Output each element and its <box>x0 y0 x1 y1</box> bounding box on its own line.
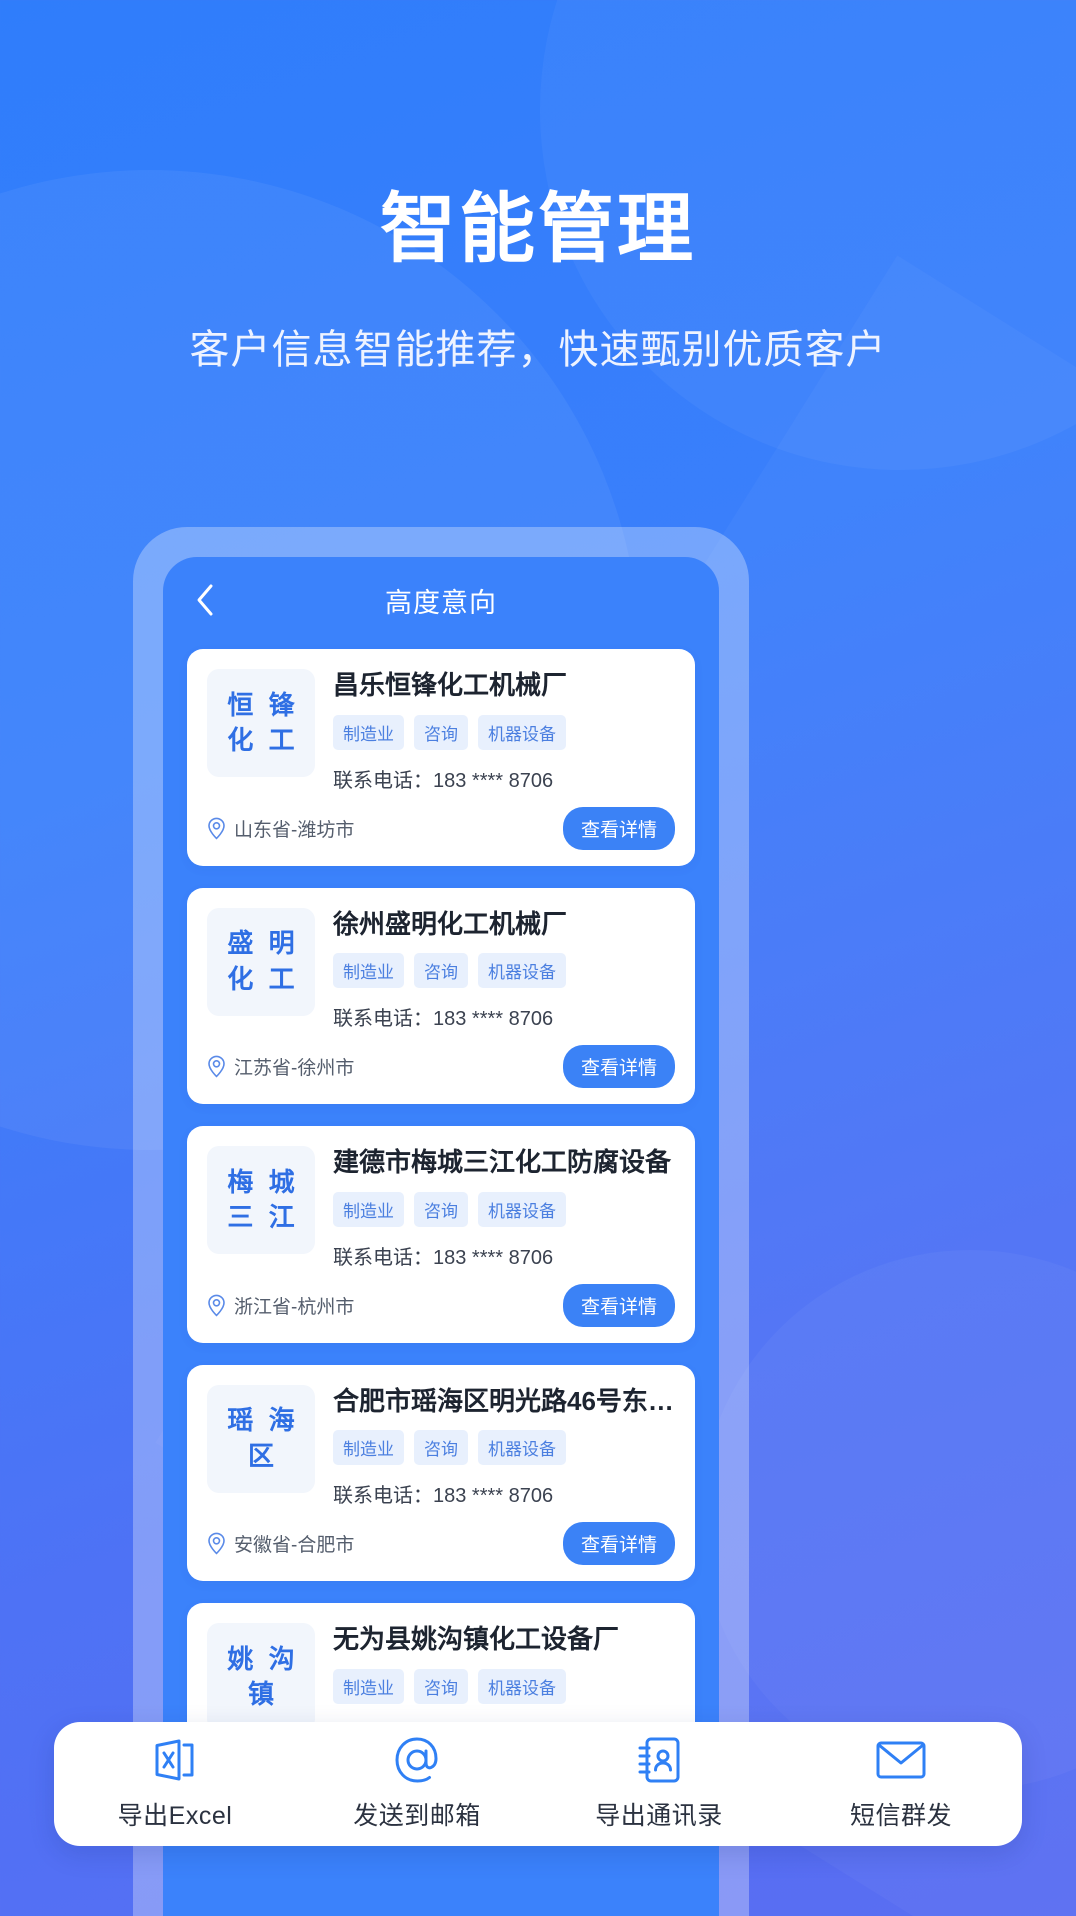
tag-list: 制造业 咨询 机器设备 <box>333 1668 675 1704</box>
page-title: 智能管理 <box>380 187 696 272</box>
location-pin-icon <box>207 1532 226 1555</box>
company-logo-line-1: 盛 明 <box>227 928 299 959</box>
action-contact-book[interactable]: 导出通讯录 <box>538 1736 780 1832</box>
tag: 制造业 <box>333 1430 404 1465</box>
action-excel[interactable]: 导出Excel <box>54 1736 296 1832</box>
company-name: 合肥市瑶海区明光路46号东方... <box>333 1385 675 1416</box>
tag: 制造业 <box>333 714 404 750</box>
card-footer: 山东省-潍坊市 查看详情 <box>207 806 675 850</box>
company-logo: 瑶 海区 <box>207 1384 315 1493</box>
phone-screen: 高度意向 恒 锋化 工昌乐恒锋化工机械厂 制造业 咨询 机器设备 联系电话：183 **… <box>163 557 719 1916</box>
card-body: 建德市梅城三江化工防腐设备制造业 咨询 机器设备联系电话：183 **** 8706 <box>315 1146 675 1270</box>
card-top: 盛 明化 工徐州盛明化工机械厂 制造业 咨询 机器设备 联系电话：183 **** 87… <box>207 907 675 1032</box>
card-body: 昌乐恒锋化工机械厂制造业 咨询 机器设备联系电话：183 **** 8706 <box>315 669 675 793</box>
company-logo-line-2: 镇 <box>247 1679 278 1709</box>
contact-phone: 联系电话：183 **** 8706 <box>333 1485 554 1507</box>
location-text: 安徽省-合肥市 <box>234 1535 355 1556</box>
contact-book-icon <box>636 1736 682 1784</box>
card-body: 徐州盛明化工机械厂制造业 咨询 机器设备联系电话：183 **** 8706 <box>315 908 675 1032</box>
company-name: 昌乐恒锋化工机械厂 <box>333 670 568 700</box>
location-text: 浙江省-杭州市 <box>234 1296 355 1318</box>
customer-card[interactable]: 瑶 海区合肥市瑶海区明光路46号东方... 制造业 咨询 机器设备 联系电话：183 *… <box>187 1364 695 1581</box>
tag: 咨询 <box>414 714 468 750</box>
tag-list: 制造业 咨询 机器设备 <box>333 1191 675 1227</box>
company-name: 无为县姚沟镇化工设备厂 <box>333 1624 620 1654</box>
company-name: 建德市梅城三江化工防腐设备 <box>333 1147 672 1177</box>
company-logo: 盛 明化 工 <box>207 907 315 1016</box>
view-detail-button[interactable]: 查看详情 <box>562 1522 675 1565</box>
location: 山东省-潍坊市 <box>207 815 354 842</box>
tag: 咨询 <box>414 953 468 988</box>
action-label: 导出通讯录 <box>595 1802 723 1830</box>
company-logo: 恒 锋化 工 <box>207 669 315 777</box>
tag: 机器设备 <box>478 953 566 988</box>
at-email-icon <box>392 1736 442 1784</box>
location-text: 江苏省-徐州市 <box>234 1058 355 1079</box>
view-detail-button[interactable]: 查看详情 <box>562 806 675 850</box>
tag: 咨询 <box>414 1430 468 1465</box>
location-pin-icon <box>207 817 226 840</box>
company-name: 徐州盛明化工机械厂 <box>333 908 568 939</box>
excel-icon <box>151 1736 199 1784</box>
action-envelope[interactable]: 短信群发 <box>780 1736 1022 1832</box>
page-subtitle: 客户信息智能推荐，快速甄别优质客户 <box>189 328 887 373</box>
tag: 机器设备 <box>478 714 566 750</box>
chevron-left-icon <box>194 583 216 617</box>
action-at-email[interactable]: 发送到邮箱 <box>296 1736 538 1832</box>
tag-list: 制造业 咨询 机器设备 <box>333 1430 675 1465</box>
bottom-action-bar: 导出Excel 发送到邮箱 导出通讯录 短信群发 <box>54 1722 1022 1846</box>
tag: 咨询 <box>414 1191 468 1227</box>
contact-phone: 联系电话：183 **** 8706 <box>333 769 554 792</box>
view-detail-button[interactable]: 查看详情 <box>562 1045 675 1088</box>
app-nav-bar: 高度意向 <box>163 557 719 643</box>
card-footer: 安徽省-合肥市 查看详情 <box>207 1522 675 1565</box>
card-top: 梅 城三 江建德市梅城三江化工防腐设备 制造业 咨询 机器设备 联系电话：183 ***… <box>207 1146 675 1270</box>
action-label: 导出Excel <box>117 1802 233 1830</box>
tag: 咨询 <box>414 1668 468 1704</box>
card-body: 合肥市瑶海区明光路46号东方... 制造业 咨询 机器设备联系电话：183 **** … <box>315 1385 675 1509</box>
location: 安徽省-合肥市 <box>207 1530 354 1557</box>
location: 江苏省-徐州市 <box>207 1053 354 1080</box>
company-logo-line-1: 梅 城 <box>227 1166 299 1197</box>
envelope-icon <box>875 1736 927 1784</box>
tag: 机器设备 <box>478 1430 566 1465</box>
card-footer: 浙江省-杭州市 查看详情 <box>207 1283 675 1327</box>
company-logo-line-1: 姚 沟 <box>227 1643 299 1674</box>
customer-card[interactable]: 梅 城三 江建德市梅城三江化工防腐设备 制造业 咨询 机器设备 联系电话：183 ***… <box>187 1126 695 1343</box>
background-blob-bottom-right <box>700 1250 1076 1790</box>
company-logo-line-1: 瑶 海 <box>227 1405 299 1436</box>
contact-phone: 联系电话：183 **** 8706 <box>333 1008 554 1030</box>
customer-card[interactable]: 盛 明化 工徐州盛明化工机械厂 制造业 咨询 机器设备 联系电话：183 **** 87… <box>187 887 695 1104</box>
back-button[interactable] <box>185 580 225 620</box>
card-top: 恒 锋化 工昌乐恒锋化工机械厂 制造业 咨询 机器设备 联系电话：183 **** 87… <box>207 669 675 793</box>
location: 浙江省-杭州市 <box>207 1292 354 1319</box>
view-detail-button[interactable]: 查看详情 <box>562 1283 675 1327</box>
tag: 机器设备 <box>478 1668 566 1704</box>
company-logo-line-2: 三 江 <box>227 1202 299 1232</box>
company-logo-line-2: 化 工 <box>227 725 299 755</box>
location-pin-icon <box>207 1294 226 1317</box>
card-footer: 江苏省-徐州市 查看详情 <box>207 1045 675 1088</box>
tag: 制造业 <box>333 1191 404 1227</box>
contact-phone: 联系电话：183 **** 8706 <box>333 1246 554 1269</box>
company-logo-line-1: 恒 锋 <box>227 689 299 720</box>
nav-title: 高度意向 <box>385 587 497 618</box>
tag-list: 制造业 咨询 机器设备 <box>333 953 675 988</box>
tag: 制造业 <box>333 1668 404 1704</box>
phone-mockup-frame: 高度意向 恒 锋化 工昌乐恒锋化工机械厂 制造业 咨询 机器设备 联系电话：183 **… <box>133 527 749 1916</box>
tag-list: 制造业 咨询 机器设备 <box>333 714 675 750</box>
company-logo: 梅 城三 江 <box>207 1146 315 1254</box>
location-pin-icon <box>207 1055 226 1078</box>
customer-card[interactable]: 恒 锋化 工昌乐恒锋化工机械厂 制造业 咨询 机器设备 联系电话：183 **** 87… <box>187 649 695 866</box>
company-logo: 姚 沟镇 <box>207 1623 315 1731</box>
company-logo-line-2: 区 <box>247 1440 278 1471</box>
hero-section: 智能管理 客户信息智能推荐，快速甄别优质客户 <box>0 0 1076 375</box>
tag: 制造业 <box>333 953 404 988</box>
action-label: 短信群发 <box>849 1802 952 1830</box>
action-label: 发送到邮箱 <box>353 1802 481 1830</box>
tag: 机器设备 <box>478 1191 566 1227</box>
company-logo-line-2: 化 工 <box>227 963 299 994</box>
location-text: 山东省-潍坊市 <box>234 819 355 841</box>
card-top: 瑶 海区合肥市瑶海区明光路46号东方... 制造业 咨询 机器设备 联系电话：183 *… <box>207 1384 675 1509</box>
